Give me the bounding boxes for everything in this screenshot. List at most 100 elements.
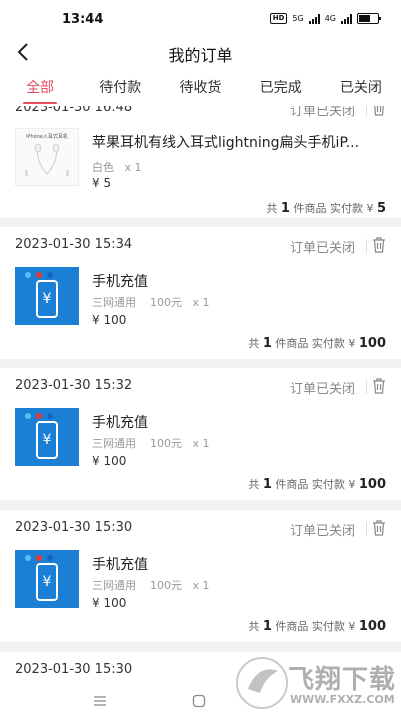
product-price: ¥ 5	[92, 176, 112, 190]
summary-currency: ¥	[366, 202, 374, 215]
page-title: 我的订单	[168, 46, 233, 65]
product-name: 手机充值	[92, 557, 148, 573]
trash-icon[interactable]	[372, 106, 386, 116]
tab-closed[interactable]: 已关闭	[321, 70, 401, 106]
svg-text:¥: ¥	[43, 291, 52, 307]
tab-pending-payment[interactable]: 待付款	[80, 70, 160, 106]
order-summary: 共 1 件商品 实付款 ¥ 100	[248, 476, 386, 492]
order-summary: 共 1 件商品 实付款 ¥ 100	[248, 335, 386, 351]
summary-total: 100	[358, 336, 386, 351]
network-4g-label: 4G	[324, 14, 336, 23]
product-thumbnail: iPhone入耳式耳机	[15, 128, 79, 186]
product-name: 手机充值	[92, 415, 148, 431]
battery-icon	[357, 13, 381, 24]
tab-all[interactable]: 全部	[0, 70, 80, 106]
product-price: ¥ 100	[92, 313, 127, 327]
divider	[366, 380, 367, 394]
watermark-url: WWW.FXXZ.COM	[290, 693, 395, 706]
product-spec: 三网通用 100元 x 1	[92, 294, 210, 310]
spec-network: 三网通用	[92, 437, 136, 450]
order-status: 订单已关闭	[289, 106, 355, 119]
order-header: 2023-01-30 15:30 订单已关闭	[0, 510, 401, 544]
logo-icon	[236, 657, 288, 709]
product-price: ¥ 100	[92, 596, 127, 610]
order-summary: 共 1 件商品 实付款 ¥ 5	[266, 200, 386, 216]
tab-completed[interactable]: 已完成	[241, 70, 321, 106]
order-date: 2023-01-30 15:32	[15, 378, 133, 393]
summary-count: 1	[262, 477, 272, 492]
svg-text:¥: ¥	[43, 574, 52, 590]
summary-label: 件商品 实付款	[275, 620, 345, 633]
status-bar: 13:44 HD 5G 4G	[0, 0, 401, 36]
mobile-topup-icon: ¥	[15, 550, 79, 608]
order-card[interactable]: 2023-01-30 16:48 订单已关闭 iPhone入耳式耳机 苹果耳机有…	[0, 106, 401, 218]
spec-color: 白色	[92, 161, 114, 174]
home-icon[interactable]	[192, 694, 206, 708]
order-date: 2023-01-30 16:48	[15, 106, 133, 115]
order-date: 2023-01-30 15:34	[15, 237, 133, 252]
order-tabs: 全部 待付款 待收货 已完成 已关闭	[0, 70, 401, 106]
hd-badge: HD	[269, 13, 288, 24]
trash-icon[interactable]	[372, 237, 386, 253]
summary-prefix: 共	[266, 202, 278, 215]
divider	[366, 522, 367, 536]
product-spec: 三网通用 100元 x 1	[92, 577, 210, 593]
order-header: 2023-01-30 15:32 订单已关闭	[0, 368, 401, 402]
order-card[interactable]: 2023-01-30 15:30 订单已关闭 ¥ 手机充值 三网通用 100元 …	[0, 510, 401, 642]
summary-label: 件商品 实付款	[293, 202, 363, 215]
summary-total: 100	[358, 477, 386, 492]
order-list: 2023-01-30 16:48 订单已关闭 iPhone入耳式耳机 苹果耳机有…	[0, 106, 401, 686]
spec-qty: x 1	[192, 437, 210, 450]
order-status: 订单已关闭	[289, 241, 355, 256]
divider	[366, 106, 367, 116]
trash-icon[interactable]	[372, 378, 386, 394]
trash-icon[interactable]	[372, 520, 386, 536]
summary-prefix: 共	[248, 478, 260, 491]
order-date: 2023-01-30 15:30	[15, 520, 133, 535]
tab-pending-receipt[interactable]: 待收货	[160, 70, 240, 106]
spec-network: 三网通用	[92, 296, 136, 309]
mobile-topup-icon: ¥	[15, 267, 79, 325]
product-name: 苹果耳机有线入耳式lightning扁头手机iP...	[92, 135, 360, 151]
summary-currency: ¥	[348, 620, 356, 633]
summary-label: 件商品 实付款	[275, 478, 345, 491]
svg-text:¥: ¥	[43, 432, 52, 448]
order-summary: 共 1 件商品 实付款 ¥ 100	[248, 618, 386, 634]
spec-qty: x 1	[192, 579, 210, 592]
status-time: 13:44	[62, 12, 104, 27]
spec-qty: x 1	[192, 296, 210, 309]
order-card[interactable]: 2023-01-30 15:32 订单已关闭 ¥ 手机充值 三网通用 100元 …	[0, 368, 401, 500]
spec-qty: x 1	[124, 161, 142, 174]
product-spec: 三网通用 100元 x 1	[92, 435, 210, 451]
summary-currency: ¥	[348, 337, 356, 350]
summary-label: 件商品 实付款	[275, 337, 345, 350]
earphone-image	[25, 143, 69, 176]
order-header: 2023-01-30 16:48 订单已关闭	[0, 106, 401, 124]
divider	[366, 239, 367, 253]
signal-icon-2	[341, 13, 352, 24]
product-spec: 白色 x 1	[92, 159, 142, 175]
summary-count: 1	[262, 336, 272, 351]
order-card[interactable]: 2023-01-30 15:34 订单已关闭 ¥ 手机充值 三网通用 100元 …	[0, 227, 401, 359]
product-price: ¥ 100	[92, 454, 127, 468]
spec-denomination: 100元	[150, 296, 182, 309]
network-5g-label: 5G	[292, 14, 304, 23]
status-icons: HD 5G 4G	[269, 13, 381, 24]
spec-denomination: 100元	[150, 437, 182, 450]
order-status: 订单已关闭	[289, 382, 355, 397]
spec-network: 三网通用	[92, 579, 136, 592]
nav-bar: 我的订单	[0, 36, 401, 70]
menu-icon[interactable]	[93, 695, 107, 707]
mobile-topup-icon: ¥	[15, 408, 79, 466]
order-date: 2023-01-30 15:30	[15, 662, 133, 677]
summary-prefix: 共	[248, 337, 260, 350]
summary-currency: ¥	[348, 478, 356, 491]
thumb-caption: iPhone入耳式耳机	[26, 134, 68, 140]
summary-prefix: 共	[248, 620, 260, 633]
signal-icon	[308, 13, 320, 24]
summary-total: 100	[358, 619, 386, 634]
order-header: 2023-01-30 15:34 订单已关闭	[0, 227, 401, 261]
summary-total: 5	[376, 201, 386, 216]
watermark-logo: 飞翔下载 WWW.FXXZ.COM	[234, 655, 395, 713]
order-status: 订单已关闭	[289, 524, 355, 539]
